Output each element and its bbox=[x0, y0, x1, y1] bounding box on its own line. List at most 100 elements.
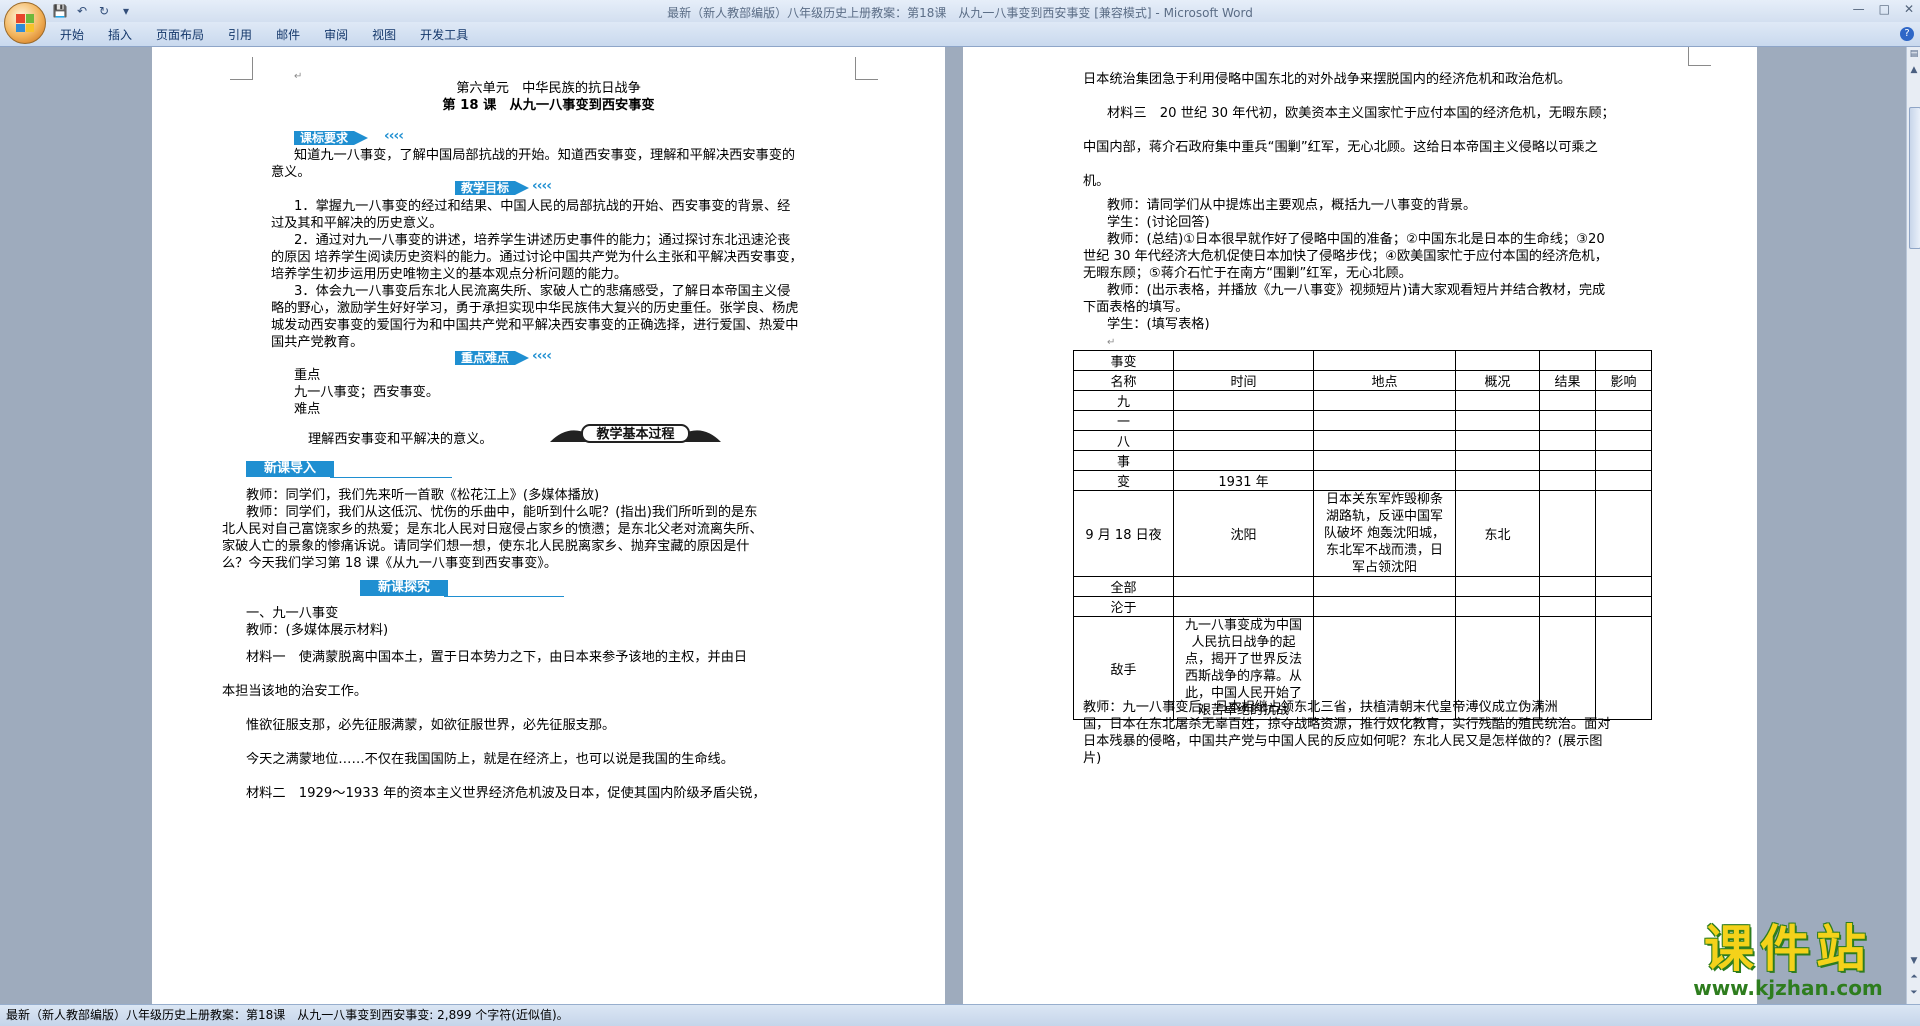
table-cell[interactable] bbox=[1595, 490, 1652, 577]
table-header-cell[interactable]: 概况 bbox=[1455, 370, 1540, 391]
table-cell[interactable] bbox=[1313, 576, 1456, 597]
table-cell[interactable] bbox=[1595, 430, 1652, 451]
table-cell[interactable] bbox=[1595, 576, 1652, 597]
paragraph: 机。 bbox=[1083, 174, 1110, 189]
table-cell[interactable] bbox=[1313, 430, 1456, 451]
paragraph: 下面表格的填写。 bbox=[1083, 300, 1189, 315]
table-header-cell[interactable]: 影响 bbox=[1595, 370, 1652, 391]
table-cell[interactable] bbox=[1313, 390, 1456, 411]
table-header-cell[interactable]: 结果 bbox=[1539, 370, 1596, 391]
next-page-icon[interactable]: ⏷ bbox=[1908, 988, 1920, 1000]
table-cell[interactable]: 变 bbox=[1073, 470, 1174, 491]
section-header-goals: 教学目标 bbox=[455, 181, 530, 195]
previous-page-icon[interactable]: ⏶ bbox=[1908, 972, 1920, 984]
maximize-button[interactable]: □ bbox=[1879, 2, 1890, 16]
table-cell[interactable]: 九 bbox=[1073, 390, 1174, 411]
table-cell[interactable] bbox=[1173, 450, 1314, 471]
table-cell-result[interactable]: 东北 bbox=[1455, 490, 1540, 577]
table-cell[interactable] bbox=[1455, 390, 1540, 411]
table-cell[interactable]: 敌手 bbox=[1073, 616, 1174, 720]
table-cell[interactable] bbox=[1455, 616, 1540, 720]
table-cell[interactable] bbox=[1455, 576, 1540, 597]
table-cell[interactable] bbox=[1595, 450, 1652, 471]
overview-line: 军占领沈阳 bbox=[1351, 560, 1417, 575]
vertical-scrollbar[interactable]: ▤ ▲ ▼ ⏶ ⏷ bbox=[1906, 47, 1920, 1004]
table-cell[interactable] bbox=[1539, 450, 1596, 471]
table-cell[interactable]: 沦于 bbox=[1073, 596, 1174, 617]
header-underline bbox=[330, 477, 452, 478]
table-cell[interactable] bbox=[1455, 350, 1540, 371]
banner-text: 教学基本过程 bbox=[595, 426, 674, 442]
table-cell[interactable] bbox=[1595, 350, 1652, 371]
table-cell[interactable] bbox=[1539, 576, 1596, 597]
table-cell[interactable] bbox=[1539, 470, 1596, 491]
table-cell-date[interactable]: 9 月 18 日夜 bbox=[1073, 490, 1174, 577]
table-cell[interactable] bbox=[1595, 596, 1652, 617]
office-button[interactable] bbox=[4, 2, 46, 44]
table-cell[interactable]: 一 bbox=[1073, 410, 1174, 431]
paragraph: 难点 bbox=[294, 402, 321, 417]
table-cell[interactable] bbox=[1313, 450, 1456, 471]
table-cell[interactable] bbox=[1539, 596, 1596, 617]
table-header-cell[interactable]: 时间 bbox=[1173, 370, 1314, 391]
tab-developer[interactable]: 开发工具 bbox=[420, 26, 468, 43]
scroll-up-icon[interactable]: ▲ bbox=[1908, 65, 1920, 77]
table-cell[interactable] bbox=[1595, 410, 1652, 431]
table-cell[interactable]: 全部 bbox=[1073, 576, 1174, 597]
ruler-toggle-icon[interactable]: ▤ bbox=[1908, 49, 1920, 61]
table-header-cell[interactable]: 地点 bbox=[1313, 370, 1456, 391]
tab-view[interactable]: 视图 bbox=[372, 26, 396, 43]
table-cell[interactable] bbox=[1595, 390, 1652, 411]
table-cell[interactable] bbox=[1455, 470, 1540, 491]
table-cell[interactable]: 事变 bbox=[1073, 350, 1174, 371]
table-cell[interactable] bbox=[1173, 596, 1314, 617]
help-icon[interactable]: ? bbox=[1900, 27, 1914, 41]
tab-references[interactable]: 引用 bbox=[228, 26, 252, 43]
table-cell[interactable] bbox=[1539, 490, 1596, 577]
table-cell[interactable] bbox=[1313, 350, 1456, 371]
table-cell-time-year[interactable]: 1931 年 bbox=[1173, 470, 1314, 491]
minimize-button[interactable]: — bbox=[1853, 2, 1865, 16]
tab-mailings[interactable]: 邮件 bbox=[276, 26, 300, 43]
table-cell[interactable] bbox=[1539, 616, 1596, 720]
table-cell[interactable] bbox=[1539, 350, 1596, 371]
table-cell[interactable] bbox=[1173, 390, 1314, 411]
table-cell-impact[interactable]: 九一八事变成为中国 人民抗日战争的起 点，揭开了世界反法 西斯战争的序幕。从 此… bbox=[1173, 616, 1314, 720]
paragraph: 一、九一八事变 bbox=[246, 606, 339, 621]
table-cell[interactable] bbox=[1455, 596, 1540, 617]
table-cell[interactable] bbox=[1173, 410, 1314, 431]
scrollbar-thumb[interactable] bbox=[1909, 107, 1920, 249]
tab-review[interactable]: 审阅 bbox=[324, 26, 348, 43]
table-cell[interactable] bbox=[1455, 410, 1540, 431]
table-cell[interactable] bbox=[1539, 390, 1596, 411]
workspace-gap bbox=[945, 47, 963, 1004]
table-cell[interactable] bbox=[1595, 616, 1652, 720]
table-cell[interactable]: 事 bbox=[1073, 450, 1174, 471]
table-cell[interactable] bbox=[1173, 430, 1314, 451]
table-cell-place[interactable]: 沈阳 bbox=[1173, 490, 1314, 577]
table-cell[interactable] bbox=[1313, 410, 1456, 431]
table-cell[interactable] bbox=[1173, 350, 1314, 371]
table-cell[interactable] bbox=[1539, 410, 1596, 431]
table-row: 全部 bbox=[1073, 576, 1652, 597]
close-button[interactable]: ✕ bbox=[1904, 2, 1914, 16]
tab-page-layout[interactable]: 页面布局 bbox=[156, 26, 204, 43]
table-cell[interactable]: 八 bbox=[1073, 430, 1174, 451]
scroll-down-icon[interactable]: ▼ bbox=[1908, 956, 1920, 968]
table-cell[interactable] bbox=[1313, 596, 1456, 617]
table-cell[interactable] bbox=[1173, 576, 1314, 597]
table-cell[interactable] bbox=[1313, 470, 1456, 491]
table-cell[interactable] bbox=[1455, 450, 1540, 471]
document-page-1[interactable]: ↵ 第六单元 中华民族的抗日战争 第 18 课 从九一八事变到西安事变 课标要求… bbox=[152, 47, 945, 1004]
paragraph: 材料一 使满蒙脱离中国本土，置于日本势力之下，由日本来参予该地的主权，并由日 bbox=[246, 650, 748, 665]
table-cell[interactable] bbox=[1595, 470, 1652, 491]
table-header-cell[interactable]: 名称 bbox=[1073, 370, 1174, 391]
impact-line: 点，揭开了世界反法 bbox=[1184, 652, 1302, 667]
tab-insert[interactable]: 插入 bbox=[108, 26, 132, 43]
table-cell[interactable] bbox=[1455, 430, 1540, 451]
tab-home[interactable]: 开始 bbox=[60, 26, 84, 43]
table-cell[interactable] bbox=[1313, 616, 1456, 720]
table-cell[interactable] bbox=[1539, 430, 1596, 451]
table-cell-overview[interactable]: 日本关东军炸毁柳条 湖路轨，反诬中国军 队破坏 炮轰沈阳城， 东北军不战而溃，日… bbox=[1313, 490, 1456, 577]
event-table[interactable]: 事变 名称 时间 地点 概况 结果 影响 九 一 八 事 变 1931 年 9 月… bbox=[1073, 350, 1652, 720]
